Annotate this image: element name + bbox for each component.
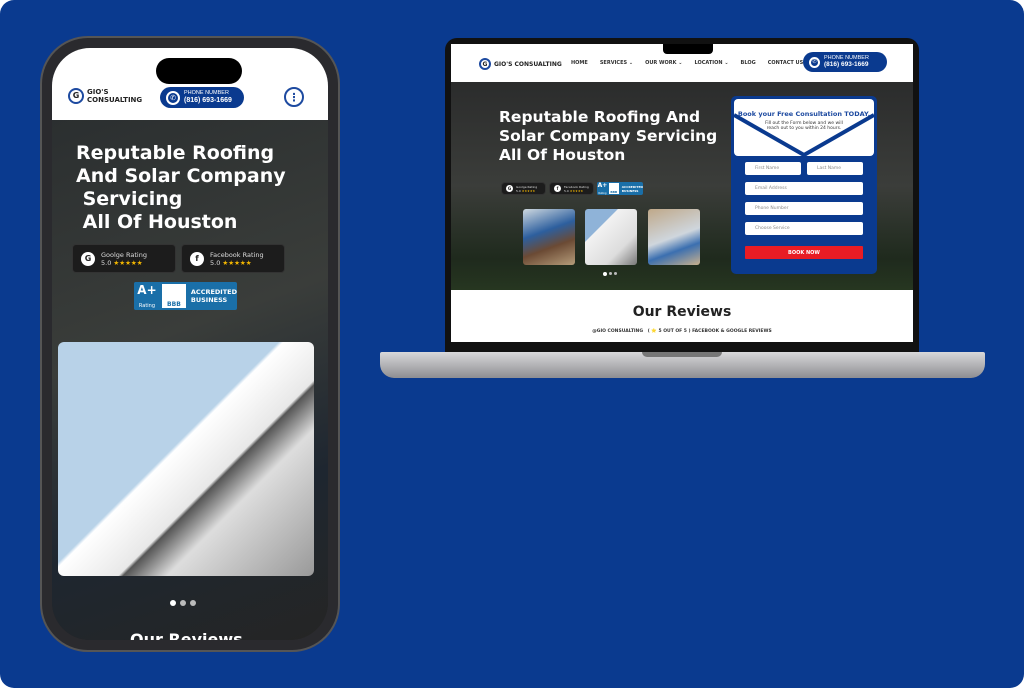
facebook-rating: f Facebook Rating 5.0 ★★★★★: [181, 244, 285, 273]
gallery-image-1[interactable]: [523, 209, 575, 265]
rating-stars: ★★★★★: [113, 258, 143, 267]
nav-location[interactable]: LOCATION ⌄: [694, 60, 728, 66]
rating-name: Goolge Rating: [101, 250, 147, 259]
facebook-icon: f: [554, 185, 561, 192]
phone-input[interactable]: Phone Number: [745, 202, 863, 215]
phone-icon: ✆: [166, 90, 180, 105]
rating-stars: ★★★★★: [521, 188, 536, 193]
hero-title: Reputable Roofing And Solar Company Serv…: [76, 142, 286, 233]
rating-name: Facebook Rating: [210, 250, 264, 259]
bbb-line2: BUSINESS: [621, 188, 639, 193]
nav-contact[interactable]: CONTACT US: [768, 60, 803, 66]
phone-number: (816) 693-1669: [824, 61, 869, 69]
service-select[interactable]: Choose Service: [745, 222, 863, 235]
nav-home[interactable]: HOME: [571, 60, 588, 66]
chevron-down-icon: ⌄: [628, 60, 634, 66]
email-input[interactable]: Email Address: [745, 182, 863, 195]
house-image[interactable]: [58, 342, 314, 576]
chevron-down-icon: ⌄: [678, 60, 683, 66]
google-rating: G Goolge Rating 5.0 ★★★★★: [72, 244, 176, 273]
main-nav: HOME SERVICES ⌄ OUR WORK ⌄ LOCATION ⌄ BL…: [571, 60, 803, 66]
carousel-dots[interactable]: [603, 272, 617, 276]
google-icon: G: [81, 251, 95, 266]
bbb-grade: A+: [597, 182, 608, 189]
phone-button[interactable]: ✆ PHONE NUMBER (816) 693-1669: [160, 87, 244, 108]
bbb-grade-label: Rating: [598, 192, 607, 195]
phone-number: (816) 693-1669: [184, 96, 232, 104]
logo-icon: G: [479, 58, 491, 70]
logo-icon: G: [68, 88, 84, 104]
reviews-handle: @GIO CONSUALTING: [592, 329, 644, 334]
phone-button[interactable]: ✆ PHONE NUMBER (816) 693-1669: [803, 52, 887, 72]
rating-score: 5.0: [564, 188, 569, 193]
google-icon: G: [506, 185, 513, 192]
bbb-badge: A+ Rating BBB ACCREDITED BUSINESS: [134, 282, 237, 310]
phone-icon: ✆: [809, 56, 820, 68]
reviews-heading-mobile: Our Reviews: [130, 630, 243, 640]
bbb-grade: A+: [137, 283, 157, 297]
bbb-badge: A+ Rating BBB ACCREDITED BUSINESS: [597, 182, 643, 195]
rating-score: 5.0: [210, 258, 221, 267]
rating-stars: ★★★★★: [222, 258, 252, 267]
nav-services[interactable]: SERVICES ⌄: [600, 60, 633, 66]
dynamic-island: [156, 58, 242, 84]
nav-label: SERVICES: [599, 60, 628, 66]
gallery-image-2[interactable]: [585, 209, 637, 265]
phone-mockup: G GIO'S CONSUALTING ✆ PHONE NUMBER (816) 6…: [42, 38, 338, 650]
logo[interactable]: G GIO'S CONSUALTING: [68, 88, 142, 104]
menu-icon[interactable]: ⋮: [284, 87, 304, 107]
laptop-screen: G GIO'S CONSUALTING HOME SERVICES ⌄ OUR …: [451, 44, 913, 342]
rating-score: 5.0: [516, 188, 521, 193]
mobile-hero: Reputable Roofing And Solar Company Serv…: [52, 120, 328, 640]
facebook-icon: f: [190, 251, 204, 266]
nav-our-work[interactable]: OUR WORK ⌄: [645, 60, 682, 66]
carousel-dots[interactable]: [170, 600, 196, 606]
book-now-button[interactable]: BOOK NOW: [745, 246, 863, 259]
camera-notch: [663, 44, 713, 54]
brand-name: GIO'S CONSUALTING: [494, 60, 562, 68]
form-subtitle: Fill out the Form below and we will reac…: [765, 121, 843, 131]
bbb-grade-label: Rating: [138, 303, 156, 309]
bbb-logo: BBB: [608, 183, 619, 194]
rating-stars: ★★★★★: [569, 188, 584, 193]
last-name-input[interactable]: Last Name: [807, 162, 863, 175]
form-header: Book your Free Consultation TODAY. Fill …: [734, 99, 874, 156]
brand-line2: CONSUALTING: [87, 96, 143, 104]
nav-label: LOCATION: [694, 60, 723, 66]
laptop-mockup: G GIO'S CONSUALTING HOME SERVICES ⌄ OUR …: [445, 38, 919, 352]
chevron-down-icon: ⌄: [724, 60, 729, 66]
gallery-image-3[interactable]: [648, 209, 700, 265]
nav-label: OUR WORK: [645, 60, 677, 66]
reviews-heading: Our Reviews: [632, 304, 732, 320]
desktop-hero: Reputable Roofing And Solar Company Serv…: [451, 82, 913, 290]
bbb-logo: BBB: [161, 284, 186, 308]
facebook-rating: f Facebook Rating 5.0 ★★★★★: [549, 182, 594, 195]
laptop-base: [380, 352, 985, 378]
first-name-input[interactable]: First Name: [745, 162, 801, 175]
rating-score: 5.0: [101, 258, 112, 267]
nav-blog[interactable]: BLOG: [741, 60, 756, 66]
bbb-line1: ACCREDITED: [190, 288, 237, 296]
logo[interactable]: G GIO'S CONSUALTING: [479, 58, 562, 70]
brand-line1: GIO'S: [87, 88, 109, 96]
hero-title: Reputable Roofing And Solar Company Serv…: [499, 108, 718, 164]
google-rating: G Goolge Rating 5.0 ★★★★★: [501, 182, 546, 195]
phone-screen: G GIO'S CONSUALTING ✆ PHONE NUMBER (816) 6…: [52, 48, 328, 640]
bbb-line2: BUSINESS: [190, 296, 228, 304]
reviews-summary: ( ⭐ 5 OUT OF 5 ) FACEBOOK & GOOGLE REVIE…: [647, 329, 772, 334]
reviews-section: Our Reviews @GIO CONSUALTING ( ⭐ 5 OUT O…: [451, 290, 913, 334]
form-title: Book your Free Consultation TODAY.: [737, 110, 871, 118]
consultation-form: Book your Free Consultation TODAY. Fill …: [731, 96, 877, 274]
